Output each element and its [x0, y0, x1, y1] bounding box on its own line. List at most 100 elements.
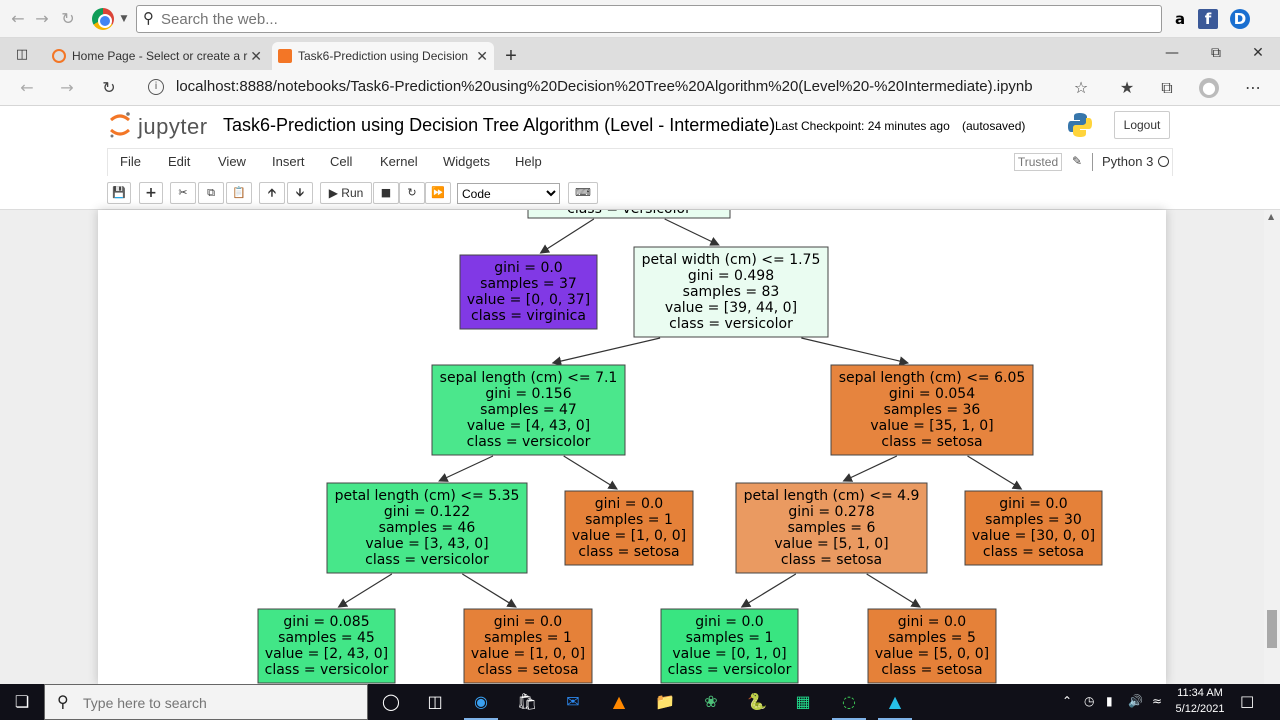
menu-kernel[interactable]: Kernel: [380, 154, 418, 169]
facebook-icon[interactable]: f: [1198, 9, 1218, 29]
tab-home-page[interactable]: Home Page - Select or create a r ✕: [46, 42, 268, 70]
save-icon[interactable]: 💾: [107, 182, 131, 204]
search-icon: ⚲: [57, 692, 69, 711]
store-icon[interactable]: 🛍: [504, 686, 550, 720]
profile-d-icon[interactable]: D: [1230, 9, 1250, 29]
close-tab-icon[interactable]: ✕: [476, 42, 488, 70]
minimize-icon[interactable]: —: [1152, 40, 1192, 66]
anaconda-icon[interactable]: ◌: [826, 686, 872, 720]
vlc-icon[interactable]: ▲: [596, 686, 642, 720]
taskbar-clock[interactable]: 11:34 AM 5/12/2021: [1170, 685, 1230, 717]
volume-icon[interactable]: 🔊: [1128, 694, 1143, 708]
jupyter-logo-icon[interactable]: [108, 110, 132, 140]
tree-node-line: gini = 0.278: [788, 504, 874, 520]
notebook-title[interactable]: Task6-Prediction using Decision Tree Alg…: [223, 115, 775, 136]
restart-icon[interactable]: ↻: [399, 182, 425, 204]
edit-pencil-icon[interactable]: ✎: [1072, 154, 1082, 168]
taskbar-search-input[interactable]: [83, 693, 363, 713]
windows-start-icon[interactable]: ❏: [0, 686, 44, 720]
jupyter-logo-text[interactable]: jupyter: [138, 114, 208, 140]
chevron-down-icon[interactable]: ▼: [114, 8, 134, 30]
jupyter-app-icon[interactable]: ▲: [872, 686, 918, 720]
profile-avatar[interactable]: ●: [1199, 78, 1219, 98]
move-up-icon[interactable]: 🡩: [259, 182, 285, 204]
reload-icon[interactable]: ↻: [58, 8, 78, 30]
refresh-icon[interactable]: ↻: [98, 78, 120, 98]
url-text[interactable]: localhost:8888/notebooks/Task6-Predictio…: [176, 78, 1033, 95]
new-tab-button[interactable]: +: [498, 42, 524, 70]
tree-node-line: petal length (cm) <= 4.9: [744, 488, 920, 504]
tab-label: Task6-Prediction using Decision: [298, 49, 469, 63]
copy-icon[interactable]: ⧉: [198, 182, 224, 204]
wifi-icon[interactable]: ≈: [1152, 694, 1162, 708]
more-options-icon[interactable]: ⋯: [1242, 78, 1264, 98]
search-icon: ⚲: [143, 9, 154, 27]
pycharm-icon[interactable]: ▦: [780, 686, 826, 720]
play-icon: ▶: [328, 186, 338, 200]
menu-edit[interactable]: Edit: [168, 154, 190, 169]
tree-node-n11: gini = 0.0samples = 1value = [0, 1, 0]cl…: [660, 608, 799, 684]
menu-insert[interactable]: Insert: [272, 154, 305, 169]
add-favorite-icon[interactable]: ☆: [1070, 78, 1092, 98]
cortana-icon[interactable]: ◯: [368, 686, 414, 720]
task-view-icon[interactable]: ◫: [412, 686, 458, 720]
menu-cell[interactable]: Cell: [330, 154, 352, 169]
scroll-up-icon[interactable]: ▲: [1268, 212, 1274, 221]
notifications-icon[interactable]: □: [1240, 692, 1254, 710]
interrupt-icon[interactable]: ■: [373, 182, 399, 204]
edge-icon[interactable]: ◉: [458, 686, 504, 720]
tree-edge: [539, 218, 595, 254]
kernel-name[interactable]: Python 3: [1102, 154, 1153, 169]
logout-button[interactable]: Logout: [1114, 111, 1170, 139]
page-scrollbar[interactable]: ▲: [1264, 210, 1280, 684]
paste-icon[interactable]: 📋: [226, 182, 252, 204]
menu-widgets[interactable]: Widgets: [443, 154, 490, 169]
restart-run-all-icon[interactable]: ⏩: [425, 182, 451, 204]
run-button[interactable]: ▶ Run: [320, 182, 372, 204]
menu-view[interactable]: View: [218, 154, 246, 169]
tree-node-n3: sepal length (cm) <= 7.1gini = 0.156samp…: [431, 364, 626, 456]
maximize-icon[interactable]: ⧉: [1196, 40, 1236, 66]
tree-node-line: class = setosa: [881, 662, 982, 678]
meet-now-icon[interactable]: ◷: [1084, 694, 1094, 708]
scrollbar-thumb[interactable]: [1267, 610, 1277, 648]
taskbar-search[interactable]: ⚲: [44, 684, 368, 720]
move-down-icon[interactable]: 🡫: [287, 182, 313, 204]
browser-app-icon[interactable]: ❀: [688, 686, 734, 720]
jupyter-favicon-icon: [52, 49, 66, 63]
tree-node-line: value = [5, 0, 0]: [875, 646, 989, 662]
web-search-input[interactable]: [161, 9, 1151, 29]
menu-file[interactable]: File: [120, 154, 141, 169]
menu-help[interactable]: Help: [515, 154, 542, 169]
file-explorer-icon[interactable]: 📁: [642, 686, 688, 720]
back-icon[interactable]: ←: [8, 8, 28, 30]
tab-task6-notebook[interactable]: Task6-Prediction using Decision ✕: [272, 42, 494, 70]
insert-cell-icon[interactable]: +: [139, 182, 163, 204]
forward-icon[interactable]: →: [32, 8, 52, 30]
python-app-icon[interactable]: 🐍: [734, 686, 780, 720]
close-window-icon[interactable]: ✕: [1238, 40, 1278, 66]
show-hidden-icons[interactable]: ⌃: [1062, 694, 1072, 708]
cell-type-select[interactable]: Code Markdown Raw NBConvert Heading: [457, 183, 560, 204]
site-info-icon[interactable]: i: [148, 79, 164, 95]
web-search-box[interactable]: ⚲: [136, 5, 1162, 33]
tree-node-line: value = [5, 1, 0]: [774, 536, 888, 552]
close-tab-icon[interactable]: ✕: [250, 42, 262, 70]
favorites-icon[interactable]: ★: [1116, 78, 1138, 98]
tree-node-line: gini = 0.054: [889, 386, 975, 402]
back-icon[interactable]: ←: [16, 78, 38, 98]
keyboard-icon[interactable]: ⌨: [568, 182, 598, 204]
amazon-icon[interactable]: a: [1170, 9, 1190, 29]
trusted-badge[interactable]: Trusted: [1014, 153, 1062, 171]
tree-edge: [866, 573, 921, 608]
tab-label: Home Page - Select or create a r: [72, 49, 248, 63]
tree-node-line: samples = 45: [278, 630, 375, 646]
chrome-logo-icon[interactable]: [92, 8, 114, 30]
collections-icon[interactable]: ⧉: [1156, 78, 1178, 98]
forward-icon[interactable]: →: [56, 78, 78, 98]
battery-icon[interactable]: ▮: [1106, 694, 1113, 708]
cut-icon[interactable]: ✂: [170, 182, 196, 204]
tree-node-n6: gini = 0.0samples = 1value = [1, 0, 0]cl…: [564, 490, 694, 566]
mail-icon[interactable]: ✉: [550, 686, 596, 720]
tab-actions-icon[interactable]: ◫: [12, 44, 32, 66]
